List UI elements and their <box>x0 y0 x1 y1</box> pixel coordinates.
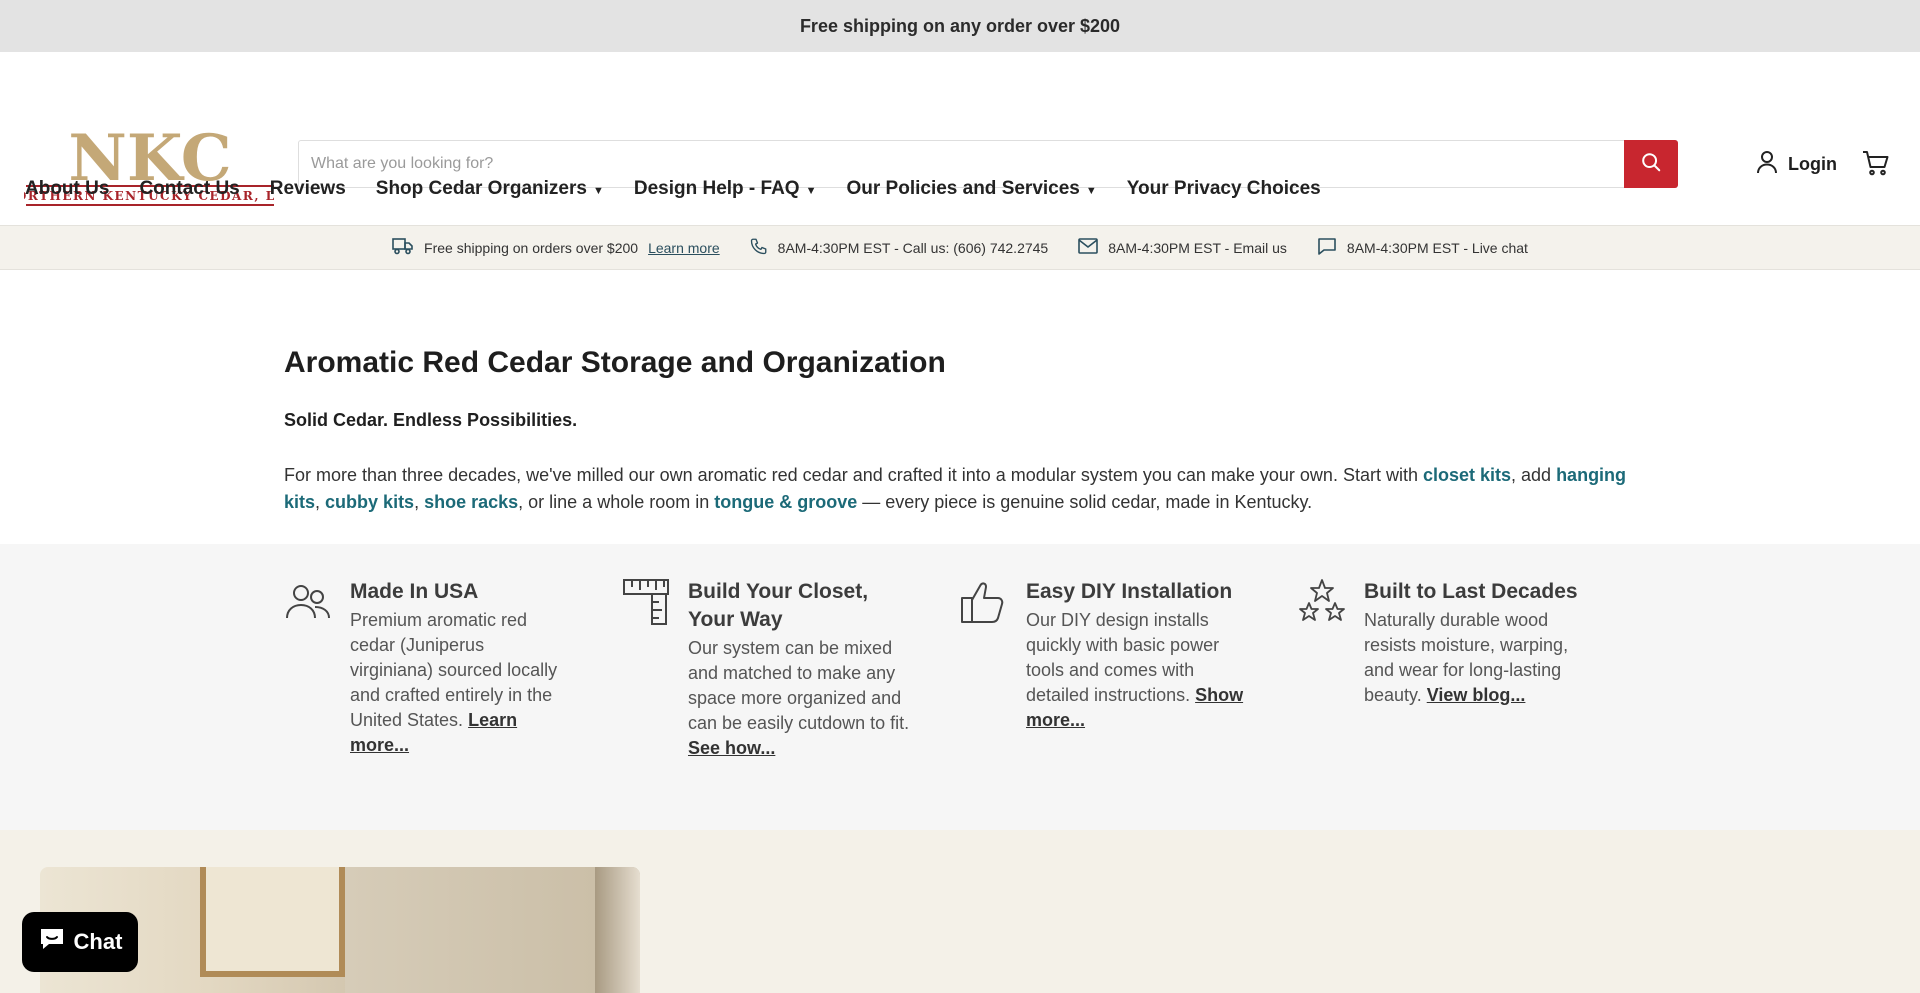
tongue-groove-link[interactable]: tongue & groove <box>714 492 857 512</box>
cubby-kits-link[interactable]: cubby kits <box>325 492 414 512</box>
nav-contact-us[interactable]: Contact Us <box>139 178 239 200</box>
stars-icon <box>1298 578 1346 626</box>
intro-text: , add <box>1511 465 1557 485</box>
chevron-down-icon: ▼ <box>805 184 817 197</box>
intro-paragraph: For more than three decades, we've mille… <box>284 462 1644 516</box>
intro-text: For more than three decades, we've mille… <box>284 465 1423 485</box>
nav-design-help-faq[interactable]: Design Help - FAQ ▼ <box>634 178 817 200</box>
ruler-icon <box>622 578 670 626</box>
nav-label: Contact Us <box>139 178 240 199</box>
announcement-bar: Free shipping on any order over $200 <box>0 0 1920 52</box>
shoe-racks-link[interactable]: shoe racks <box>424 492 518 512</box>
thumbs-up-icon <box>960 578 1008 626</box>
closet-kits-link[interactable]: closet kits <box>1423 465 1511 485</box>
announcement-text: Free shipping on any order over $200 <box>799 15 1121 36</box>
email-text: 8AM-4:30PM EST - Email us <box>1108 239 1287 256</box>
call-text: 8AM-4:30PM EST - Call us: (606) 742.2745 <box>777 239 1049 256</box>
intro-text: , or line a whole room in <box>518 492 715 512</box>
feature-title: Easy DIY Installation <box>1026 580 1233 603</box>
shipping-learn-more-link[interactable]: Learn more <box>648 240 720 256</box>
search-button[interactable] <box>1624 140 1678 188</box>
envelope-icon <box>1078 238 1099 257</box>
feature-title: Build Your Closet, Your Way <box>688 580 869 631</box>
main-nav: About Us Contact Us Reviews Shop Cedar O… <box>25 178 1321 200</box>
chevron-down-icon: ▼ <box>592 184 604 197</box>
nav-about-us[interactable]: About Us <box>25 178 109 200</box>
login-label: Login <box>1788 154 1837 174</box>
info-shipping: Free shipping on orders over $200 Learn … <box>392 237 720 258</box>
tagline: Solid Cedar. Endless Possibilities. <box>284 410 578 430</box>
info-call[interactable]: 8AM-4:30PM EST - Call us: (606) 742.2745 <box>750 237 1049 258</box>
feature-link[interactable]: View blog... <box>1427 685 1526 705</box>
user-icon <box>1756 150 1778 179</box>
search-icon <box>1640 151 1662 178</box>
info-live-chat[interactable]: 8AM-4:30PM EST - Live chat <box>1317 237 1528 258</box>
feature-text: Naturally durable wood resists moisture,… <box>1364 608 1586 708</box>
features-section: Made In USA Premium aromatic red cedar (… <box>0 544 1920 830</box>
people-icon <box>284 578 332 626</box>
nav-policies-services[interactable]: Our Policies and Services ▼ <box>846 178 1096 200</box>
feature-description: Our system can be mixed and matched to m… <box>688 638 910 733</box>
intro-text: , <box>315 492 326 512</box>
picture-frame <box>200 867 345 977</box>
intro-text: — every piece is genuine solid cedar, ma… <box>857 492 1313 512</box>
feature-title: Built to Last Decades <box>1364 580 1578 603</box>
shipping-text: Free shipping on orders over $200 <box>424 239 639 256</box>
login-link[interactable]: Login <box>1756 150 1837 179</box>
door-edge <box>595 867 640 993</box>
feature-text: Our system can be mixed and matched to m… <box>688 636 910 761</box>
feature-description: Our DIY design installs quickly with bas… <box>1026 610 1220 705</box>
nav-privacy-choices[interactable]: Your Privacy Choices <box>1127 178 1321 200</box>
chat-bubble-icon <box>1317 237 1337 258</box>
closet-door <box>345 867 595 993</box>
nav-label: About Us <box>25 178 110 199</box>
cart-button[interactable] <box>1862 150 1890 181</box>
chevron-down-icon: ▼ <box>1085 184 1097 197</box>
truck-icon <box>392 237 414 258</box>
cart-icon <box>1862 151 1890 180</box>
feature-link[interactable]: See how... <box>688 738 775 758</box>
phone-icon <box>750 237 768 258</box>
nav-label: Your Privacy Choices <box>1126 178 1321 199</box>
nav-label: Design Help - FAQ <box>633 178 800 199</box>
page-title: Aromatic Red Cedar Storage and Organizat… <box>284 346 946 379</box>
feature-title: Made In USA <box>350 580 479 603</box>
feature-text: Our DIY design installs quickly with bas… <box>1026 608 1248 733</box>
nav-label: Our Policies and Services <box>846 178 1080 199</box>
nav-label: Reviews <box>269 178 346 199</box>
info-bar: Free shipping on orders over $200 Learn … <box>0 225 1920 270</box>
chat-icon <box>38 926 66 958</box>
nav-shop-cedar-organizers[interactable]: Shop Cedar Organizers ▼ <box>376 178 604 200</box>
feature-text: Premium aromatic red cedar (Juniperus vi… <box>350 608 572 758</box>
lower-section <box>0 830 1920 993</box>
nav-label: Shop Cedar Organizers <box>375 178 587 199</box>
intro-section: Aromatic Red Cedar Storage and Organizat… <box>0 270 1920 544</box>
feature-description: Premium aromatic red cedar (Juniperus vi… <box>350 610 558 730</box>
chat-widget-button[interactable]: Chat <box>22 912 138 972</box>
chat-label: Chat <box>73 929 123 954</box>
info-email[interactable]: 8AM-4:30PM EST - Email us <box>1078 238 1287 257</box>
nav-reviews[interactable]: Reviews <box>270 178 346 200</box>
site-header: NKC NORTHERN KENTUCKY CEDAR, LLC Login <box>0 52 1920 206</box>
live-chat-text: 8AM-4:30PM EST - Live chat <box>1346 239 1528 256</box>
intro-text: , <box>414 492 425 512</box>
